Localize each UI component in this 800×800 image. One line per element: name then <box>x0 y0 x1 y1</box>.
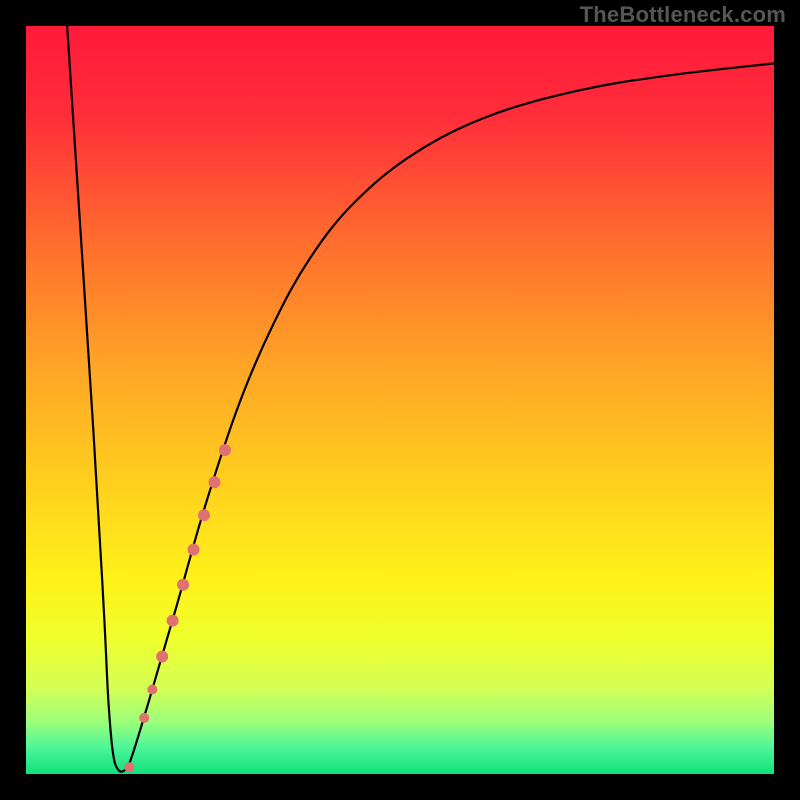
chart-frame: TheBottleneck.com <box>0 0 800 800</box>
highlight-dot <box>198 509 210 521</box>
highlight-dot <box>188 544 200 556</box>
plot-area <box>26 26 774 774</box>
highlight-dot <box>147 684 157 694</box>
chart-svg <box>26 26 774 774</box>
gradient-background <box>26 26 774 774</box>
highlight-dot <box>124 762 134 772</box>
highlight-dot <box>209 476 221 488</box>
highlight-dot <box>219 444 231 456</box>
watermark-label: TheBottleneck.com <box>580 2 786 28</box>
highlight-dot <box>177 579 189 591</box>
highlight-dot <box>167 615 179 627</box>
highlight-dot <box>139 713 149 723</box>
highlight-dot <box>156 651 168 663</box>
